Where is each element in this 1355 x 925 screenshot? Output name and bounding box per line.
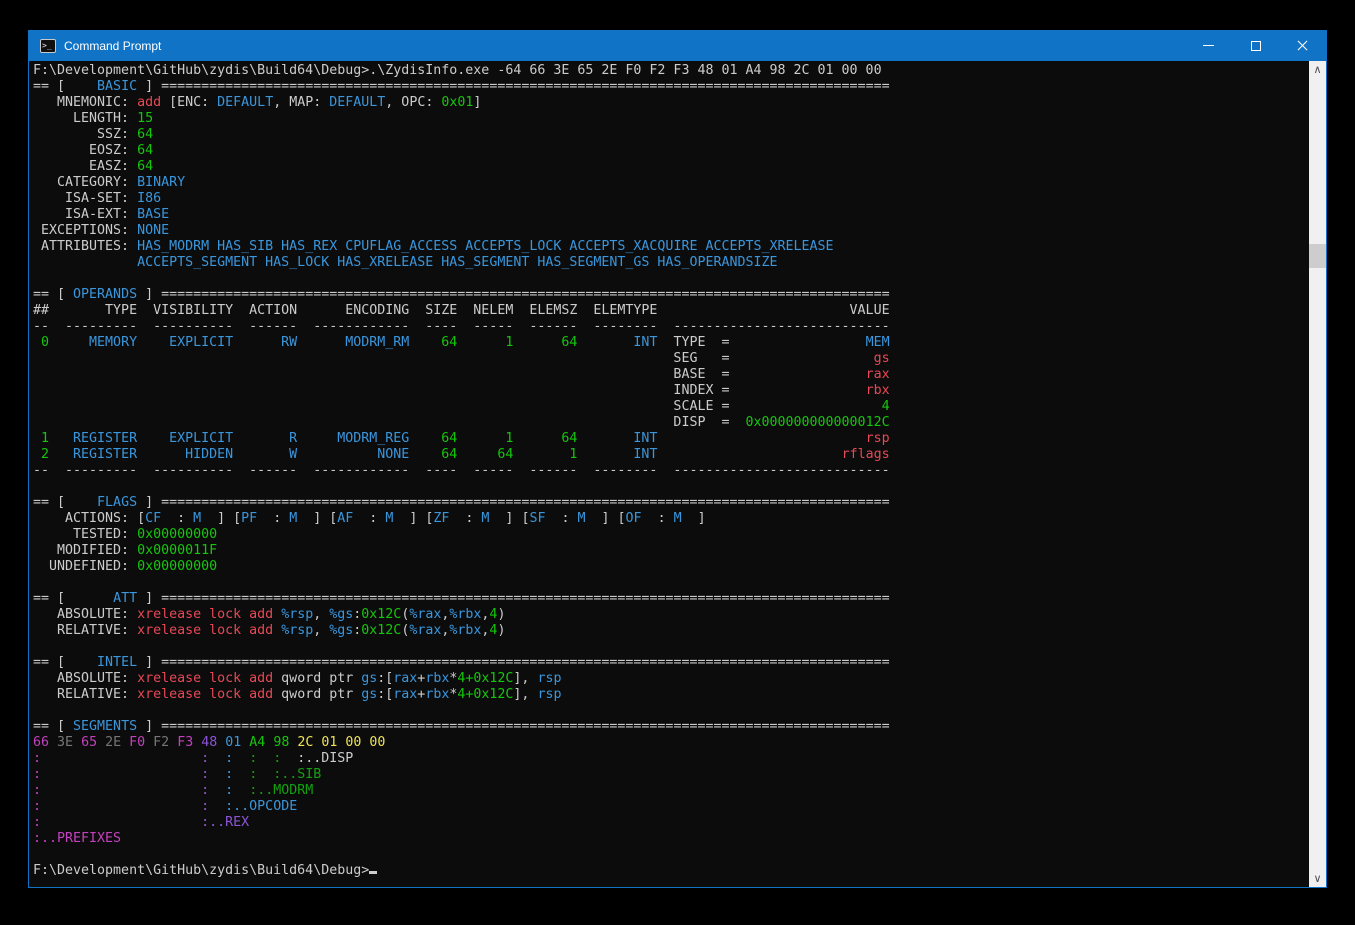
console-line: [33, 703, 1309, 719]
console-line: ATTRIBUTES: HAS_MODRM HAS_SIB HAS_REX CP…: [33, 239, 1309, 255]
console-line: 66 3E 65 2E F0 F2 F3 48 01 A4 98 2C 01 0…: [33, 735, 1309, 751]
minimize-button[interactable]: [1185, 30, 1232, 61]
vertical-scrollbar[interactable]: ∧ ∨: [1309, 61, 1326, 887]
chevron-up-icon: ∧: [1313, 61, 1321, 78]
scrollbar-up-button[interactable]: ∧: [1309, 61, 1326, 78]
console-line: 1 REGISTER EXPLICIT R MODRM_REG 64 1 64 …: [33, 431, 1309, 447]
console-line: RELATIVE: xrelease lock add qword ptr gs…: [33, 687, 1309, 703]
window-title: Command Prompt: [64, 39, 161, 53]
console-line: == [ SEGMENTS ] ========================…: [33, 719, 1309, 735]
console-area: F:\Development\GitHub\zydis\Build64\Debu…: [29, 61, 1326, 887]
text-cursor: [369, 871, 377, 874]
console-line: INDEX = rbx: [33, 383, 1309, 399]
console-line: UNDEFINED: 0x00000000: [33, 559, 1309, 575]
console-line: [33, 271, 1309, 287]
scrollbar-down-button[interactable]: ∨: [1309, 870, 1326, 887]
console-line: : : : : : :..DISP: [33, 751, 1309, 767]
console-line: [33, 479, 1309, 495]
console-line: : :..REX: [33, 815, 1309, 831]
console-line: == [ OPERANDS ] ========================…: [33, 287, 1309, 303]
console-line: CATEGORY: BINARY: [33, 175, 1309, 191]
console-line: ISA-EXT: BASE: [33, 207, 1309, 223]
console-line: MNEMONIC: add [ENC: DEFAULT, MAP: DEFAUL…: [33, 95, 1309, 111]
window-controls: [1185, 30, 1326, 61]
console-line: == [ FLAGS ] ===========================…: [33, 495, 1309, 511]
console-line: LENGTH: 15: [33, 111, 1309, 127]
console-line: SSZ: 64: [33, 127, 1309, 143]
cmd-icon-glyph: >_: [41, 40, 52, 51]
titlebar[interactable]: >_ Command Prompt: [29, 30, 1326, 61]
desktop-background: >_ Command Prompt F:\Development\GitHub\…: [0, 0, 1355, 925]
console-line: : : : : :..SIB: [33, 767, 1309, 783]
console-line: DISP = 0x000000000000012C: [33, 415, 1309, 431]
console-line: EASZ: 64: [33, 159, 1309, 175]
minimize-icon: [1203, 45, 1214, 46]
console-line: ABSOLUTE: xrelease lock add qword ptr gs…: [33, 671, 1309, 687]
console-line: F:\Development\GitHub\zydis\Build64\Debu…: [33, 863, 1309, 879]
console-line: :..PREFIXES: [33, 831, 1309, 847]
console-line: SCALE = 4: [33, 399, 1309, 415]
console-line: 0 MEMORY EXPLICIT RW MODRM_RM 64 1 64 IN…: [33, 335, 1309, 351]
console-line: == [ INTEL ] ===========================…: [33, 655, 1309, 671]
console-line: -- --------- ---------- ------ ---------…: [33, 463, 1309, 479]
cmd-icon: >_: [40, 39, 56, 53]
console-line: ABSOLUTE: xrelease lock add %rsp, %gs:0x…: [33, 607, 1309, 623]
console-line: : : : :..MODRM: [33, 783, 1309, 799]
console-output[interactable]: F:\Development\GitHub\zydis\Build64\Debu…: [29, 61, 1309, 887]
console-line: ISA-SET: I86: [33, 191, 1309, 207]
console-line: ACCEPTS_SEGMENT HAS_LOCK HAS_XRELEASE HA…: [33, 255, 1309, 271]
console-line: == [ BASIC ] ===========================…: [33, 79, 1309, 95]
console-line: MODIFIED: 0x0000011F: [33, 543, 1309, 559]
console-line: 2 REGISTER HIDDEN W NONE 64 64 1 INT rfl…: [33, 447, 1309, 463]
console-line: ## TYPE VISIBILITY ACTION ENCODING SIZE …: [33, 303, 1309, 319]
command-prompt-window: >_ Command Prompt F:\Development\GitHub\…: [28, 30, 1327, 888]
console-line: TESTED: 0x00000000: [33, 527, 1309, 543]
console-line: [33, 639, 1309, 655]
console-line: EOSZ: 64: [33, 143, 1309, 159]
console-line: BASE = rax: [33, 367, 1309, 383]
maximize-button[interactable]: [1232, 30, 1279, 61]
chevron-down-icon: ∨: [1313, 870, 1321, 887]
console-line: == [ ATT ] =============================…: [33, 591, 1309, 607]
console-line: : : :..OPCODE: [33, 799, 1309, 815]
console-line: F:\Development\GitHub\zydis\Build64\Debu…: [33, 63, 1309, 79]
console-line: RELATIVE: xrelease lock add %rsp, %gs:0x…: [33, 623, 1309, 639]
console-line: [33, 575, 1309, 591]
console-line: [33, 847, 1309, 863]
console-line: -- --------- ---------- ------ ---------…: [33, 319, 1309, 335]
console-line: SEG = gs: [33, 351, 1309, 367]
console-line: EXCEPTIONS: NONE: [33, 223, 1309, 239]
console-line: ACTIONS: [CF : M ] [PF : M ] [AF : M ] […: [33, 511, 1309, 527]
close-icon: [1296, 39, 1309, 52]
scrollbar-thumb[interactable]: [1309, 244, 1326, 268]
maximize-icon: [1251, 41, 1261, 51]
close-button[interactable]: [1279, 30, 1326, 61]
